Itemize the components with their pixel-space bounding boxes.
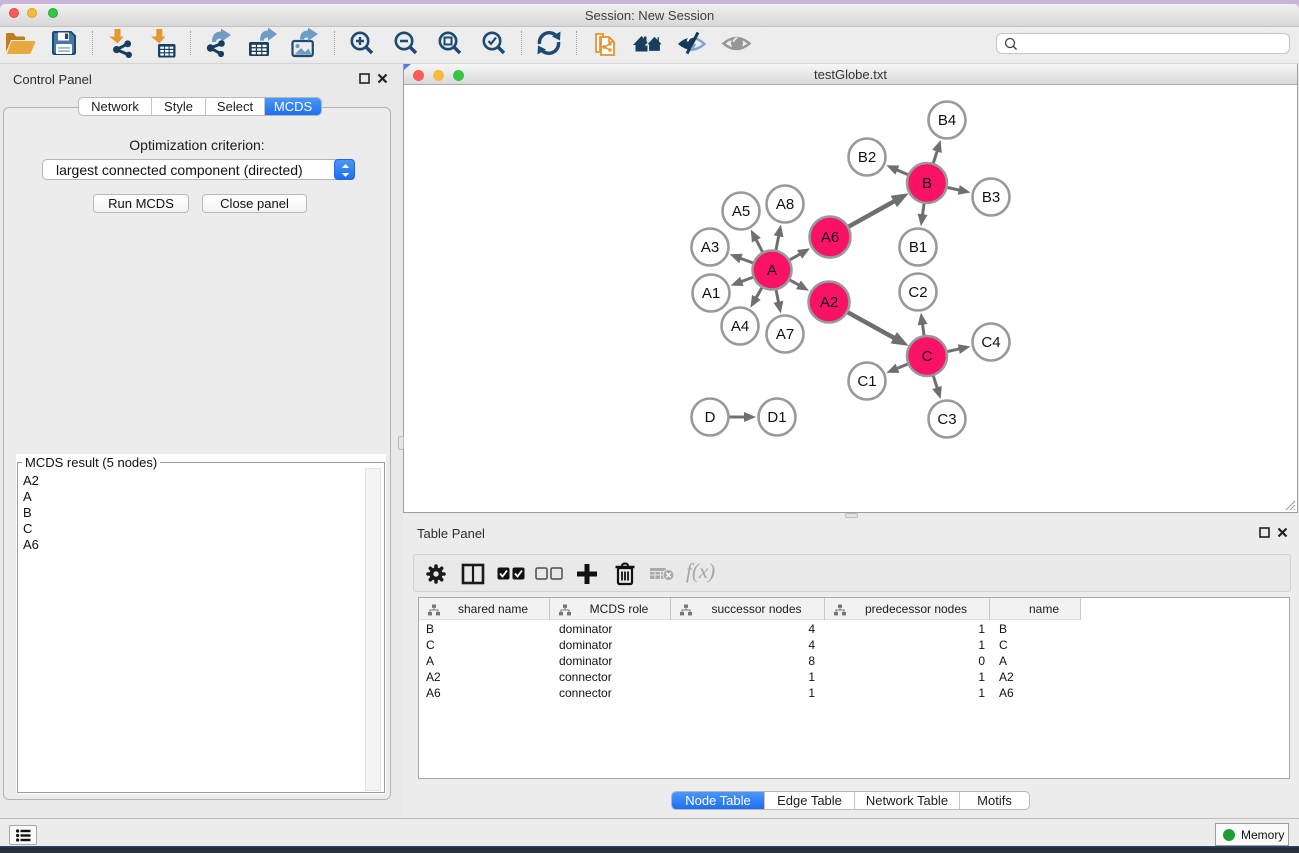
svg-text:A: A [767,262,777,279]
svg-text:C: C [922,348,933,365]
svg-text:A4: A4 [731,318,749,335]
svg-text:A6: A6 [821,229,839,246]
svg-text:D: D [705,409,716,426]
svg-text:C2: C2 [908,284,927,301]
svg-text:B1: B1 [909,239,927,256]
svg-text:A3: A3 [701,239,719,256]
svg-text:C1: C1 [857,373,876,390]
svg-text:B3: B3 [982,189,1000,206]
svg-text:B2: B2 [858,149,876,166]
svg-text:A8: A8 [776,196,794,213]
svg-text:D1: D1 [767,409,786,426]
svg-text:A5: A5 [732,203,750,220]
svg-text:C4: C4 [981,334,1000,351]
svg-text:A2: A2 [820,294,838,311]
svg-text:B: B [922,175,932,192]
svg-text:A7: A7 [776,326,794,343]
svg-text:C3: C3 [937,411,956,428]
svg-text:B4: B4 [938,112,956,129]
svg-text:A1: A1 [702,285,720,302]
